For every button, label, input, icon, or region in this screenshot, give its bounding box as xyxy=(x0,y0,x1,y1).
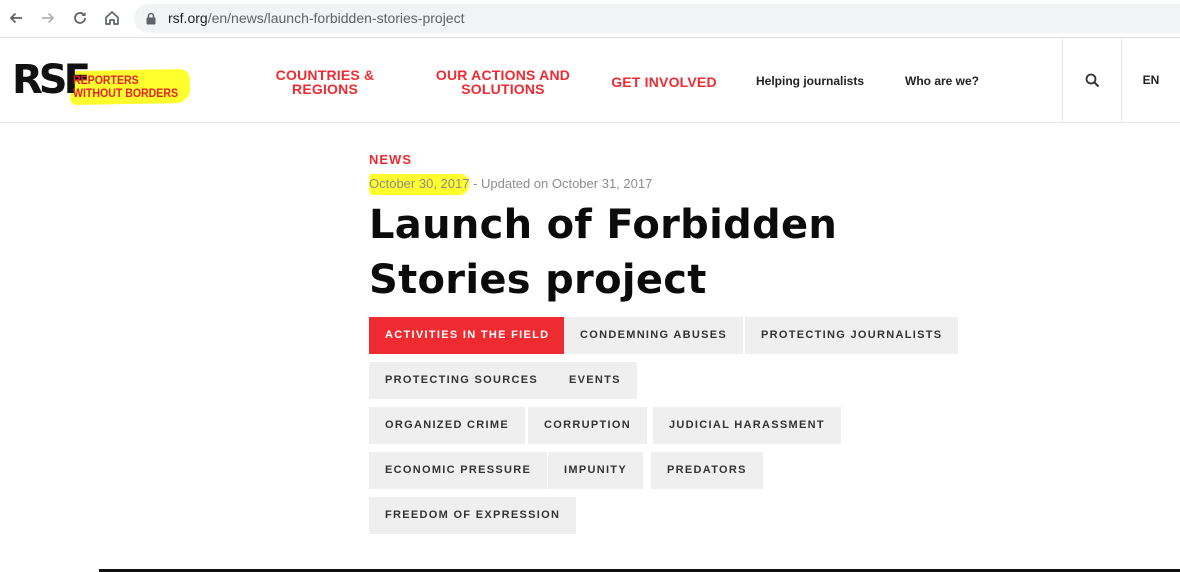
search-button[interactable] xyxy=(1063,38,1121,122)
updated-date: - Updated on October 31, 2017 xyxy=(469,176,653,191)
site-header: RSF REPORTERS WITHOUT BORDERS COUNTRIES … xyxy=(0,38,1180,123)
article-title: Launch of Forbidden Stories project xyxy=(369,202,838,303)
logo-wordmark: REPORTERS WITHOUT BORDERS xyxy=(73,73,179,100)
home-button[interactable] xyxy=(101,7,123,29)
tag-events[interactable]: EVENTS xyxy=(553,362,637,399)
tag-economic-pressure[interactable]: ECONOMIC PRESSURE xyxy=(369,452,548,489)
address-bar[interactable]: rsf.org/en/news/launch-forbidden-stories… xyxy=(134,4,1180,33)
tag-corruption[interactable]: CORRUPTION xyxy=(528,407,647,444)
tag-predators[interactable]: PREDATORS xyxy=(651,452,763,489)
tag-protecting-sources[interactable]: PROTECTING SOURCES xyxy=(369,362,554,399)
article-category[interactable]: NEWS xyxy=(369,152,412,167)
reload-button[interactable] xyxy=(69,7,91,29)
article-dateline: October 30, 2017 - Updated on October 31… xyxy=(369,174,653,195)
back-arrow-icon xyxy=(9,12,22,24)
rsf-logo[interactable]: RSF REPORTERS WITHOUT BORDERS xyxy=(12,60,192,106)
publish-date: October 30, 2017 xyxy=(369,174,470,195)
tag-freedom-of-expression[interactable]: FREEDOM OF EXPRESSION xyxy=(369,497,577,534)
url-text: rsf.org/en/news/launch-forbidden-stories… xyxy=(168,10,465,26)
reload-icon xyxy=(74,12,86,24)
menu-our-actions[interactable]: OUR ACTIONS AND SOLUTIONS xyxy=(432,68,574,96)
search-icon xyxy=(1085,73,1099,87)
link-who-are-we[interactable]: Who are we? xyxy=(905,74,979,88)
browser-toolbar: rsf.org/en/news/launch-forbidden-stories… xyxy=(0,0,1180,38)
tag-impunity[interactable]: IMPUNITY xyxy=(548,452,643,489)
home-icon xyxy=(105,11,119,25)
tag-organized-crime[interactable]: ORGANIZED CRIME xyxy=(369,407,525,444)
menu-get-involved[interactable]: GET INVOLVED xyxy=(606,75,722,89)
forward-arrow-icon xyxy=(42,12,55,24)
back-button[interactable] xyxy=(5,7,27,29)
tag-activities-in-the-field[interactable]: ACTIVITIES IN THE FIELD xyxy=(369,317,566,354)
tag-condemning-abuses[interactable]: CONDEMNING ABUSES xyxy=(564,317,743,354)
lock-icon xyxy=(146,12,156,25)
tag-judicial-harassment[interactable]: JUDICIAL HARASSMENT xyxy=(653,407,841,444)
tag-protecting-journalists[interactable]: PROTECTING JOURNALISTS xyxy=(745,317,959,354)
forward-button[interactable] xyxy=(37,7,59,29)
menu-countries-regions[interactable]: COUNTRIES & REGIONS xyxy=(266,68,384,96)
link-helping-journalists[interactable]: Helping journalists xyxy=(756,74,864,88)
language-selector[interactable]: EN xyxy=(1122,38,1180,122)
